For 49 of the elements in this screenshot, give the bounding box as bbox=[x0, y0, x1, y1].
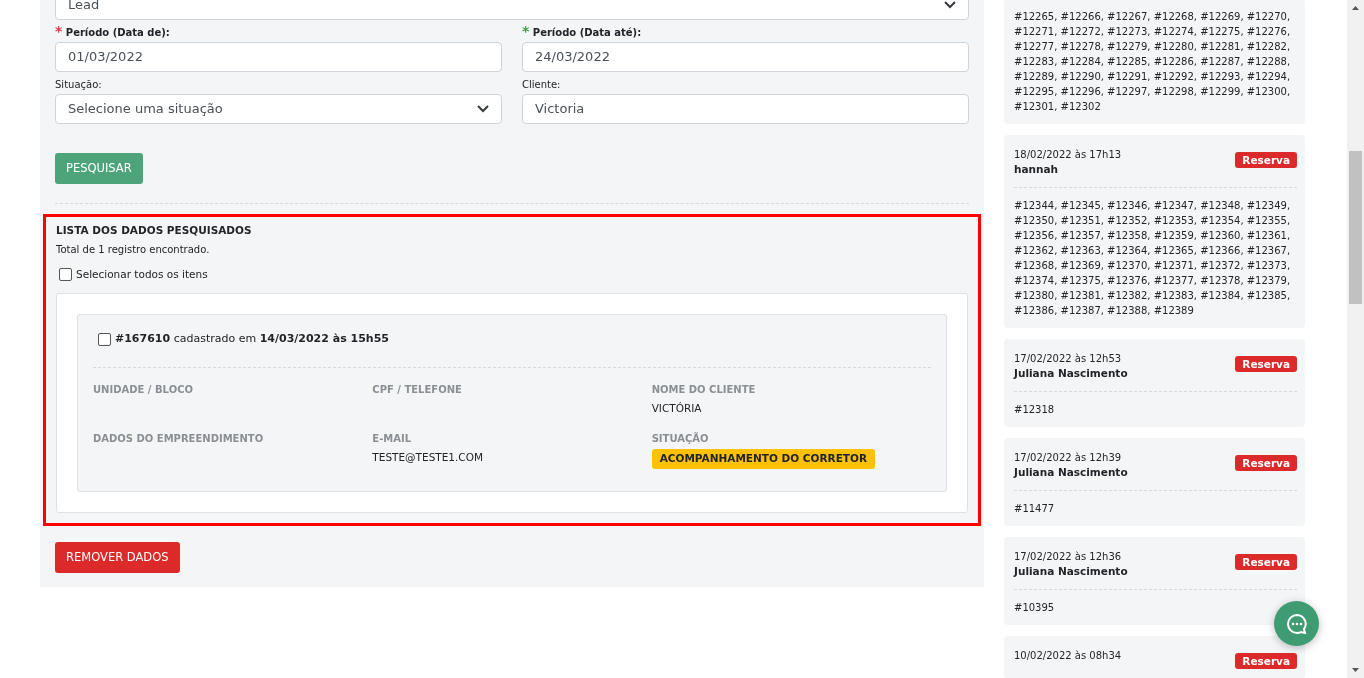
timestamp: 17/02/2022 às 12h36 bbox=[1014, 550, 1123, 564]
code-list: #12344, #12345, #12346, #12347, #12348, #12349, #12350, #12351, #12352, #12353, #12354, #12355, #12356, #12357, #12358, #12359, #12360, #12361, #12362, #12363, #12364, #12365, #12366, #12367, #12368, #12369, #12370, #12371, #12372, #12373, #12374, #12375, #12376, #12377, #12378, #12379, #12380, #12381, #12382, #12383, #12384, #12385, #12386, #12387, #12388, #12389 bbox=[1014, 198, 1297, 318]
chat-bubble-icon bbox=[1285, 612, 1308, 635]
chevron-down-icon bbox=[944, 1, 956, 9]
select-field[interactable]: Lead bbox=[55, 0, 969, 20]
result-count: Total de 1 registro encontrado. bbox=[56, 243, 211, 257]
customer-name: hannah bbox=[1014, 162, 1060, 177]
checkbox-label: Selecionar todos os itens bbox=[76, 267, 208, 282]
chevron-down-icon bbox=[477, 105, 489, 113]
input-field[interactable]: 24/03/2022 bbox=[522, 42, 969, 72]
status-tag: Reserva bbox=[1235, 554, 1297, 570]
field-label: Situação: bbox=[55, 78, 103, 91]
status-badge: ACOMPANHAMENTO DO CORRETOR bbox=[651, 449, 876, 469]
checkbox[interactable] bbox=[59, 268, 72, 282]
status-tag: Reserva bbox=[1235, 152, 1297, 168]
field-label: NOME DO CLIENTE bbox=[651, 383, 757, 398]
status-tag: Reserva bbox=[1235, 653, 1297, 669]
scrollbar[interactable] bbox=[1347, 0, 1364, 678]
field-label: Cliente: bbox=[522, 78, 562, 91]
code-list: #10395 bbox=[1014, 600, 1297, 615]
input-field[interactable]: 01/03/2022 bbox=[55, 42, 502, 72]
timestamp: 18/02/2022 às 17h13 bbox=[1014, 148, 1122, 162]
customer-name: Juliana Nascimento bbox=[1014, 465, 1128, 480]
field-label: SITUAÇÃO bbox=[651, 431, 710, 447]
customer-name: Juliana Nascimento bbox=[1014, 366, 1128, 381]
status-tag: Reserva bbox=[1235, 455, 1297, 471]
timestamp: 17/02/2022 às 12h53 bbox=[1014, 352, 1123, 366]
code-list: #12265, #12266, #12267, #12268, #12269, #12270, #12271, #12272, #12273, #12274, #12275, #12276, #12277, #12278, #12279, #12280, #12281, #12282, #12283, #12284, #12285, #12286, #12287, #12288, #12289, #12290, #12291, #12292, #12293, #12294, #12295, #12296, #12297, #12298, #12299, #12300, #12301, #12302 bbox=[1014, 9, 1297, 114]
code-list: #11477 bbox=[1014, 501, 1297, 516]
record-heading: #167610 cadastrado em 14/03/2022 às 15h55 bbox=[115, 330, 389, 347]
field-label: E-MAIL bbox=[372, 432, 413, 447]
status-tag: Reserva bbox=[1235, 356, 1297, 372]
select-field[interactable]: Selecione uma situação bbox=[55, 94, 502, 124]
checkbox[interactable] bbox=[98, 332, 111, 346]
field-label: DADOS DO EMPREENDIMENTO bbox=[93, 432, 265, 447]
field-label: UNIDADE / BLOCO bbox=[93, 383, 194, 398]
chat-button[interactable] bbox=[1274, 601, 1319, 646]
field-label: CPF / TELEFONE bbox=[372, 383, 463, 398]
field-value: TESTE@TESTE1.COM bbox=[372, 450, 485, 466]
remove-button[interactable]: REMOVER DADOS bbox=[55, 542, 180, 574]
field-label: * Período (Data até): bbox=[522, 26, 643, 39]
section-title: LISTA DOS DADOS PESQUISADOS bbox=[56, 223, 253, 239]
field-label: * Período (Data de): bbox=[55, 26, 171, 39]
customer-name: Juliana Nascimento bbox=[1014, 564, 1128, 579]
code-list: #12318 bbox=[1014, 402, 1297, 417]
timestamp: 17/02/2022 às 12h39 bbox=[1014, 451, 1123, 465]
input-field[interactable]: Victoria bbox=[522, 94, 969, 124]
field-value: VICTÓRIA bbox=[651, 401, 703, 417]
timestamp: 10/02/2022 às 08h34 bbox=[1014, 649, 1122, 663]
